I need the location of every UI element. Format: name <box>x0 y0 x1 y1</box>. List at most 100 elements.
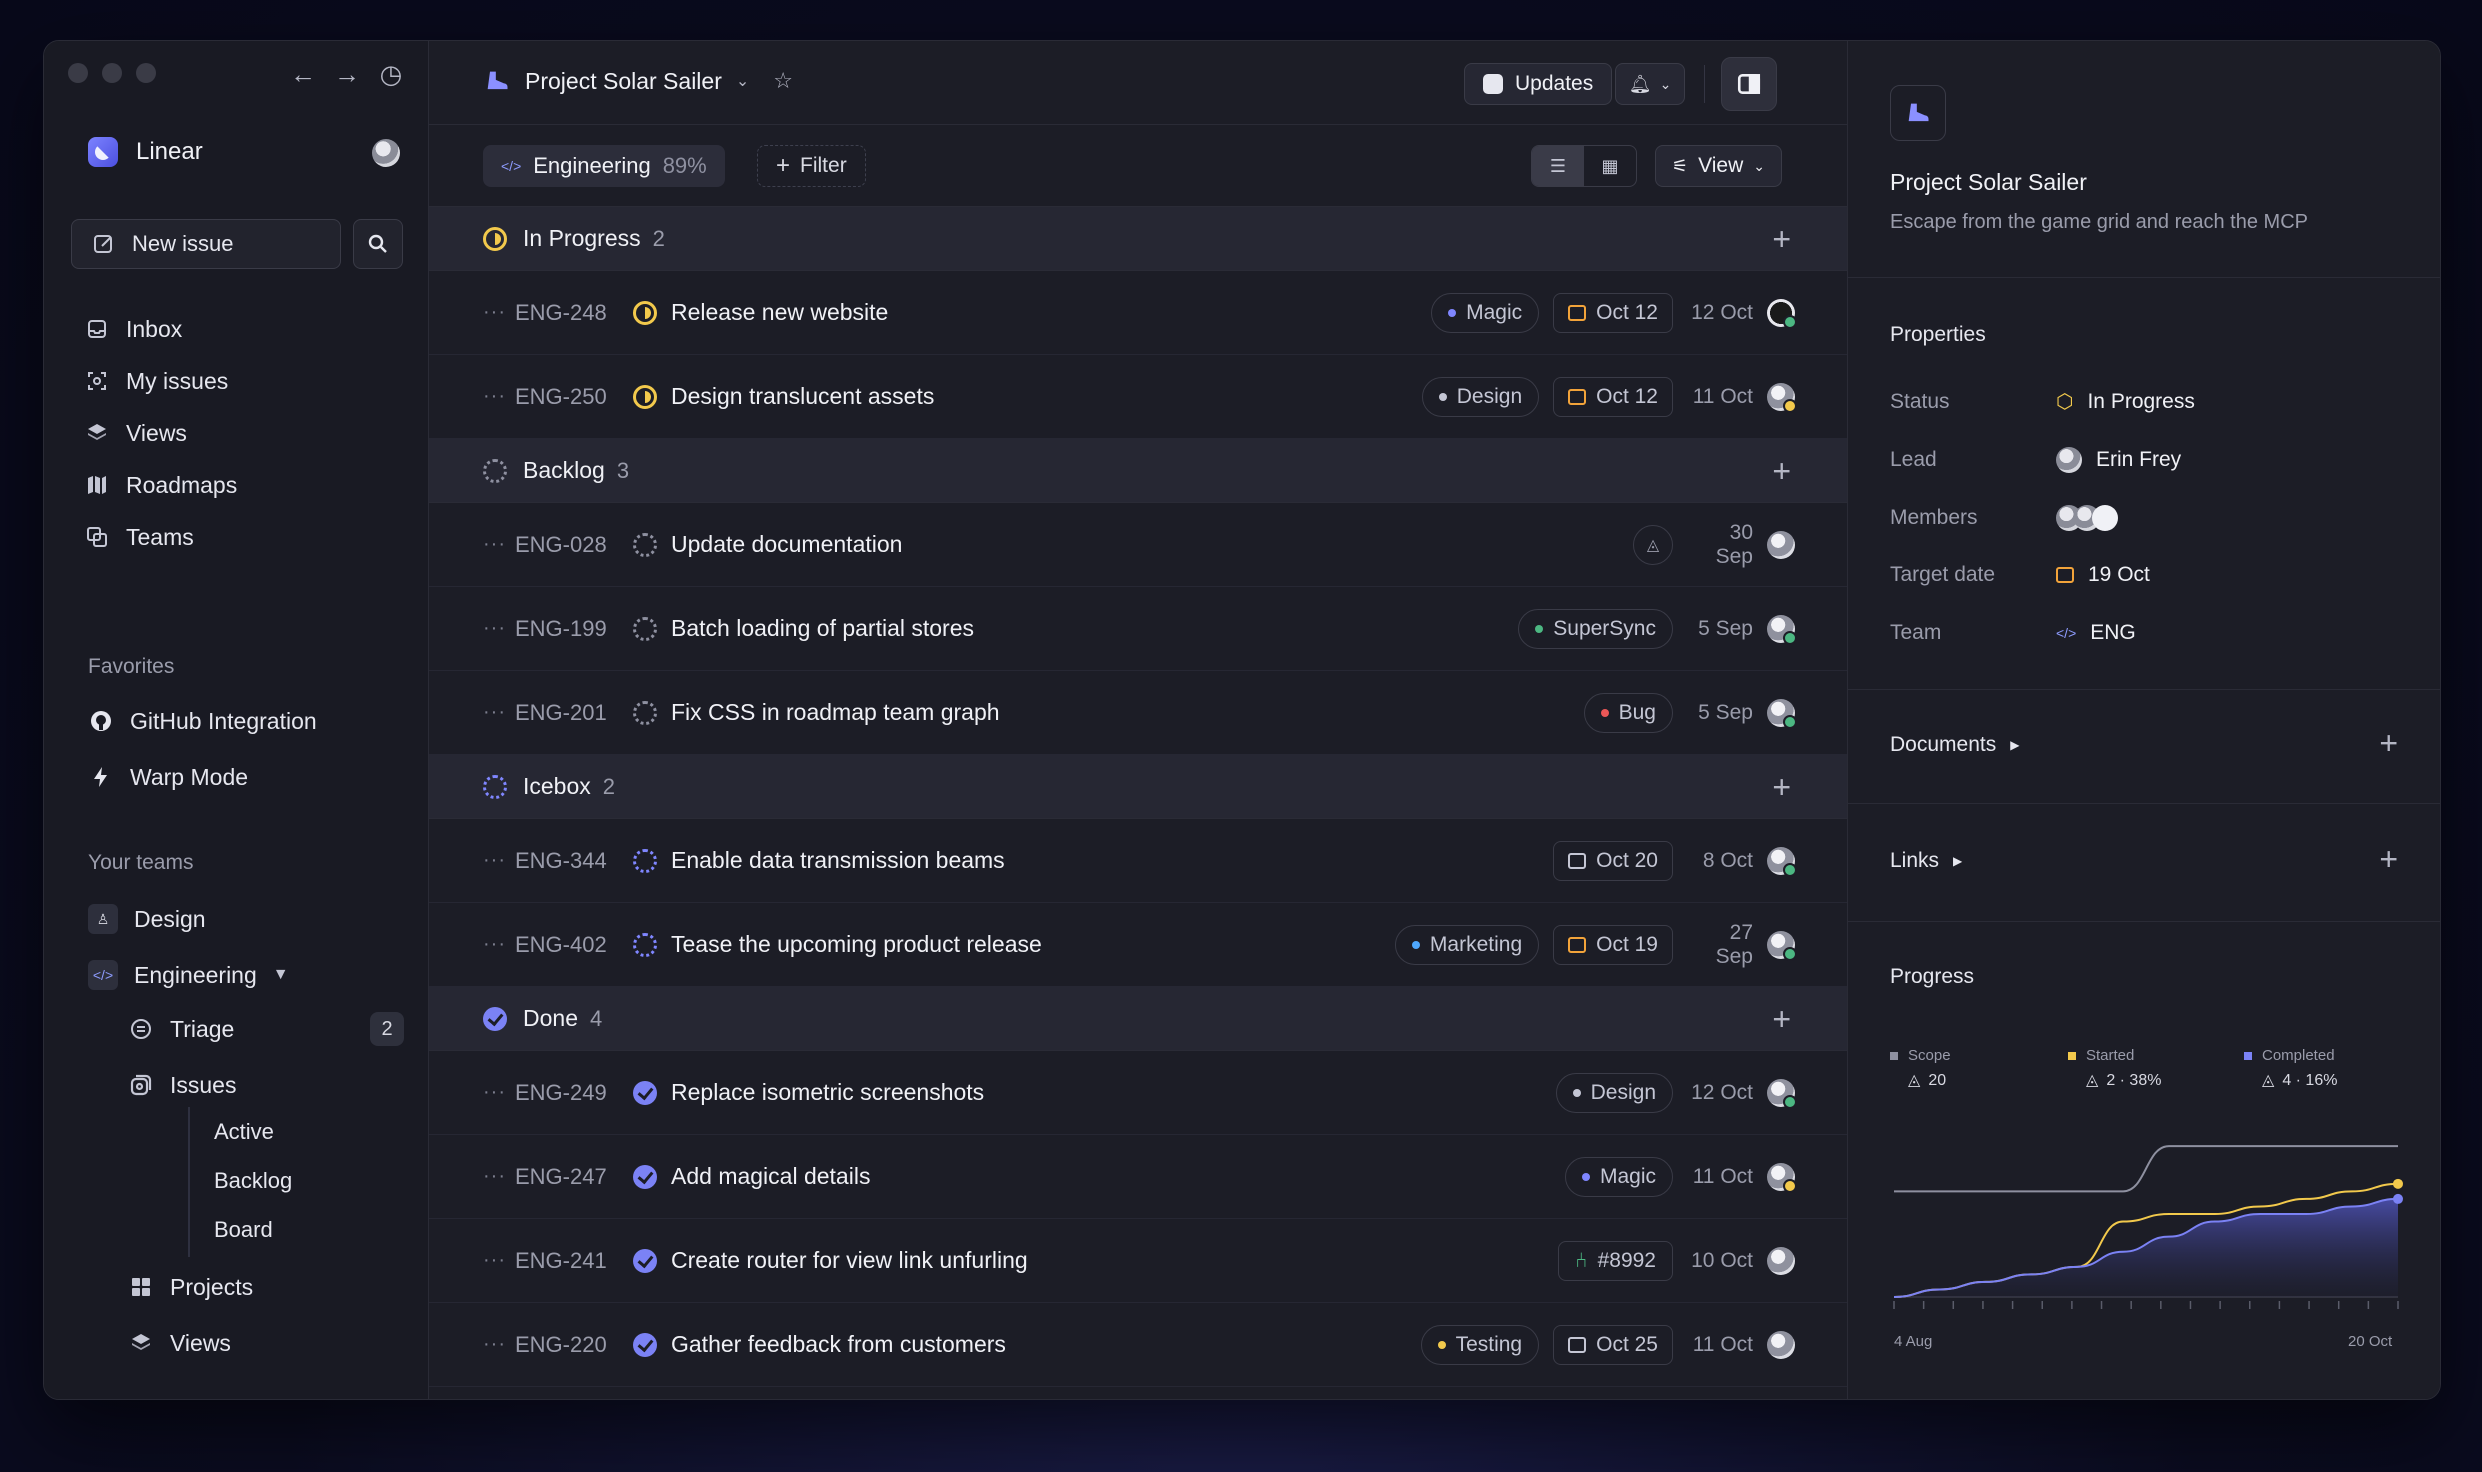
due-date-chip[interactable]: Oct 12 <box>1553 293 1673 333</box>
status-done-icon[interactable] <box>633 1332 657 1357</box>
add-filter-button[interactable]: + Filter <box>757 145 866 187</box>
status-backlog-icon[interactable] <box>633 700 657 725</box>
team-item-views[interactable]: Views <box>128 1315 253 1371</box>
star-icon[interactable]: ☆ <box>773 68 793 94</box>
more-options-icon[interactable]: ··· <box>483 533 515 556</box>
assignee-avatar[interactable] <box>1767 847 1797 877</box>
target-date-value[interactable]: 19 Oct <box>2056 563 2150 587</box>
status-progress-icon[interactable] <box>633 300 657 325</box>
more-options-icon[interactable]: ··· <box>483 1333 515 1356</box>
minimize-window-button[interactable] <box>102 63 122 83</box>
add-issue-plus-icon[interactable]: + <box>1772 1001 1791 1038</box>
issue-row[interactable]: ··· ENG-248 Release new website Magic Oct 12… <box>429 271 1847 355</box>
more-options-icon[interactable]: ··· <box>483 617 515 640</box>
toggle-details-panel-button[interactable] <box>1721 57 1777 111</box>
label-chip[interactable]: Testing <box>1420 1325 1540 1365</box>
nav-item-views[interactable]: Views <box>84 407 237 459</box>
issue-row[interactable]: ··· ENG-201 Fix CSS in roadmap team graph B… <box>429 671 1847 755</box>
team-item-triage[interactable]: Triage 2 <box>128 1001 404 1057</box>
add-document-button[interactable]: + <box>2379 725 2398 762</box>
due-date-chip[interactable]: Oct 19 <box>1553 925 1673 965</box>
label-chip[interactable]: Marketing <box>1394 925 1540 965</box>
back-arrow-icon[interactable]: ← <box>290 59 316 90</box>
user-avatar[interactable] <box>372 139 400 167</box>
add-issue-plus-icon[interactable]: + <box>1772 769 1791 806</box>
issue-row[interactable]: ··· ENG-344 Enable data transmission beams… <box>429 819 1847 903</box>
label-chip[interactable]: Bug <box>1583 693 1673 733</box>
assignee-avatar[interactable] <box>1767 1079 1797 1109</box>
status-done-icon[interactable] <box>633 1080 657 1105</box>
label-chip[interactable]: Design <box>1421 377 1540 417</box>
team-item-issues[interactable]: Issues <box>128 1057 404 1113</box>
updates-button[interactable]: Updates <box>1464 63 1613 105</box>
forward-arrow-icon[interactable]: → <box>334 59 360 90</box>
new-issue-button[interactable]: New issue <box>71 219 341 269</box>
group-header-icebox[interactable]: Icebox 2 + <box>429 755 1847 819</box>
assignee-avatar[interactable] <box>1767 1163 1797 1193</box>
more-options-icon[interactable]: ··· <box>483 1165 515 1188</box>
status-done-icon[interactable] <box>633 1248 657 1273</box>
status-progress-icon[interactable] <box>633 384 657 409</box>
more-options-icon[interactable]: ··· <box>483 933 515 956</box>
more-options-icon[interactable]: ··· <box>483 1249 515 1272</box>
search-button[interactable] <box>353 219 403 269</box>
favorite-warp-mode[interactable]: Warp Mode <box>88 749 317 805</box>
group-header-done[interactable]: Done 4 + <box>429 987 1847 1051</box>
label-chip[interactable]: Magic <box>1431 293 1540 333</box>
nav-item-my-issues[interactable]: My issues <box>84 355 237 407</box>
list-layout-icon[interactable]: ☰ <box>1532 146 1584 186</box>
chevron-down-icon[interactable]: ⌄ <box>736 71 749 91</box>
nav-item-inbox[interactable]: Inbox <box>84 303 237 355</box>
issue-row[interactable]: ··· ENG-249 Replace isometric screenshots D… <box>429 1051 1847 1135</box>
group-header-backlog[interactable]: Backlog 3 + <box>429 439 1847 503</box>
due-date-chip[interactable]: Oct 20 <box>1553 841 1673 881</box>
issue-view-active[interactable]: Active <box>214 1107 292 1156</box>
issue-row[interactable]: ··· ENG-028 Update documentation ◬ 30 Sep <box>429 503 1847 587</box>
members-avatars[interactable] <box>2056 505 2118 531</box>
due-date-chip[interactable]: Oct 12 <box>1553 377 1673 417</box>
close-window-button[interactable] <box>68 63 88 83</box>
due-date-chip[interactable]: Oct 25 <box>1553 1325 1673 1365</box>
more-options-icon[interactable]: ··· <box>483 1081 515 1104</box>
issue-row[interactable]: ··· ENG-199 Batch loading of partial store… <box>429 587 1847 671</box>
issue-view-board[interactable]: Board <box>214 1205 292 1254</box>
add-issue-plus-icon[interactable]: + <box>1772 453 1791 490</box>
favorite-github-integration[interactable]: GitHub Integration <box>88 693 317 749</box>
zoom-window-button[interactable] <box>136 63 156 83</box>
team-filter-chip[interactable]: </> Engineering 89% <box>483 145 725 187</box>
more-options-icon[interactable]: ··· <box>483 849 515 872</box>
notifications-button[interactable]: 🔔︎ ⌄ <box>1615 63 1685 105</box>
label-chip[interactable]: SuperSync <box>1518 609 1673 649</box>
assignee-avatar[interactable] <box>1767 615 1797 645</box>
team-design[interactable]: ♙ Design <box>88 891 289 947</box>
more-options-icon[interactable]: ··· <box>483 301 515 324</box>
status-value[interactable]: ⬡ In Progress <box>2056 389 2195 414</box>
label-chip[interactable]: Magic <box>1564 1157 1673 1197</box>
assignee-avatar[interactable] <box>1767 531 1795 559</box>
issue-row[interactable]: ··· ENG-241 Create router for view link un… <box>429 1219 1847 1303</box>
label-chip[interactable]: Design <box>1555 1073 1673 1113</box>
status-done-icon[interactable] <box>633 1164 657 1189</box>
issue-row[interactable]: ··· ENG-250 Design translucent assets Desig… <box>429 355 1847 439</box>
links-heading[interactable]: Links ▶ <box>1890 849 1962 873</box>
assignee-avatar[interactable] <box>1767 299 1797 329</box>
assignee-avatar[interactable] <box>1767 383 1797 413</box>
group-header-progress[interactable]: In Progress 2 + <box>429 207 1847 271</box>
history-clock-icon[interactable]: ◷ <box>378 59 404 90</box>
more-options-icon[interactable]: ··· <box>483 385 515 408</box>
assignee-avatar[interactable] <box>1767 699 1797 729</box>
board-layout-icon[interactable]: ▦ <box>1584 146 1636 186</box>
assignee-avatar[interactable] <box>1767 931 1797 961</box>
issue-row[interactable]: ··· ENG-402 Tease the upcoming product rel… <box>429 903 1847 987</box>
status-backlog-icon[interactable] <box>633 532 657 557</box>
pull-request-chip[interactable]: ⑃ #8992 <box>1557 1241 1673 1281</box>
team-item-projects[interactable]: Projects <box>128 1259 253 1315</box>
status-icebox-icon[interactable] <box>633 848 657 873</box>
nav-item-teams[interactable]: Teams <box>84 511 237 563</box>
documents-heading[interactable]: Documents ▶ <box>1890 733 2019 757</box>
add-link-button[interactable]: + <box>2379 841 2398 878</box>
issue-row[interactable]: ··· ENG-220 Gather feedback from customers… <box>429 1303 1847 1387</box>
team-value[interactable]: </> ENG <box>2056 621 2136 645</box>
view-options-button[interactable]: ⚟ View ⌄ <box>1655 145 1783 187</box>
status-icebox-icon[interactable] <box>633 932 657 957</box>
